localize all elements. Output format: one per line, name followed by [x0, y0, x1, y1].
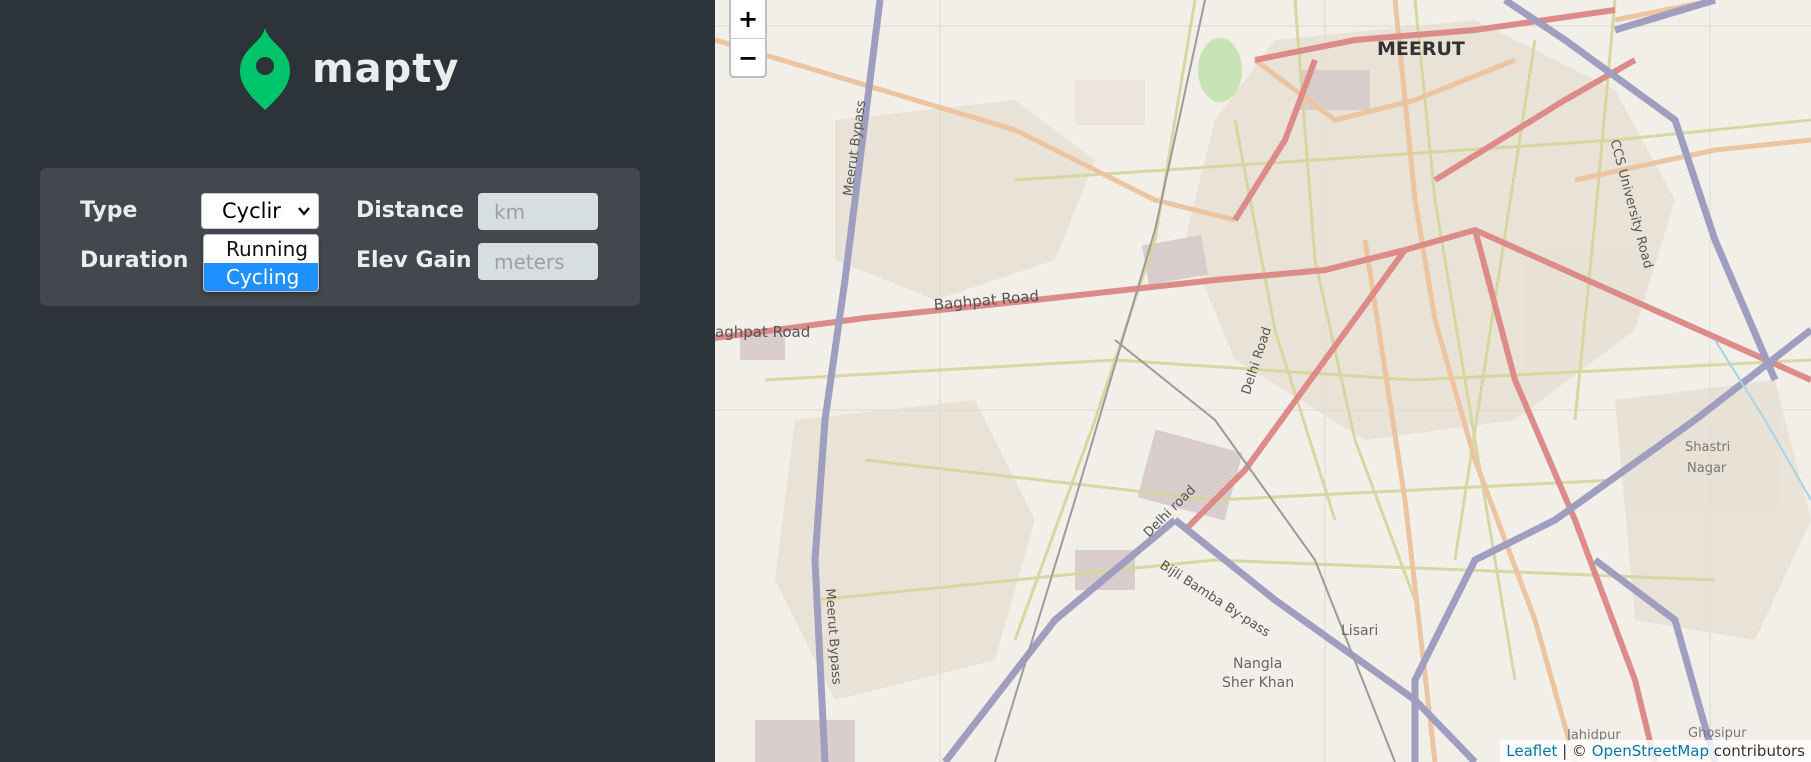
map-label-place: Lisari: [1341, 623, 1379, 639]
zoom-out-button[interactable]: −: [731, 39, 765, 77]
elev-gain-input[interactable]: meters: [478, 243, 598, 280]
zoom-in-button[interactable]: +: [731, 0, 765, 39]
elev-gain-label: Elev Gain: [356, 248, 472, 273]
distance-label: Distance: [356, 198, 464, 223]
zoom-control: + −: [729, 0, 767, 78]
leaflet-link[interactable]: Leaflet: [1506, 742, 1557, 760]
attribution-suffix: contributors: [1709, 742, 1805, 760]
app-logo: mapty: [240, 28, 460, 110]
type-dropdown: Running Cycling: [203, 234, 319, 292]
workout-form: Type Cyclir Running Cycling Distance km …: [40, 168, 640, 306]
duration-label: Duration: [80, 248, 189, 273]
map-attribution: Leaflet | © OpenStreetMap contributors: [1500, 740, 1811, 762]
type-select[interactable]: Cyclir: [201, 193, 319, 229]
map-label-city: MEERUT: [1377, 38, 1465, 60]
openstreetmap-link[interactable]: OpenStreetMap: [1592, 742, 1709, 760]
map-label-place: Nagar: [1687, 461, 1727, 476]
elev-gain-placeholder: meters: [494, 249, 565, 274]
type-option-label: Cycling: [226, 265, 300, 289]
map-label-place: Nangla: [1233, 656, 1283, 672]
map-label-place: Ghosipur: [1688, 726, 1747, 741]
map[interactable]: MEERUT aghpat Road Baghpat Road Meerut B…: [715, 0, 1811, 762]
chevron-down-icon: [298, 207, 310, 216]
distance-placeholder: km: [494, 199, 526, 224]
map-label-place: Sher Khan: [1222, 675, 1295, 691]
map-pin-icon: [240, 28, 290, 110]
sidebar: mapty Type Cyclir Running Cycling Distan…: [0, 0, 715, 762]
type-select-value: Cyclir: [222, 199, 281, 223]
map-tiles: [715, 0, 1811, 762]
distance-input[interactable]: km: [478, 193, 598, 230]
type-label: Type: [80, 198, 138, 223]
attribution-separator: | ©: [1557, 742, 1592, 760]
map-label-place: Shastri: [1685, 440, 1731, 455]
map-label-road: aghpat Road: [715, 323, 811, 341]
type-option-running[interactable]: Running: [204, 235, 318, 263]
type-option-label: Running: [226, 237, 308, 261]
app-name: mapty: [312, 46, 460, 92]
type-option-cycling[interactable]: Cycling: [204, 263, 318, 291]
